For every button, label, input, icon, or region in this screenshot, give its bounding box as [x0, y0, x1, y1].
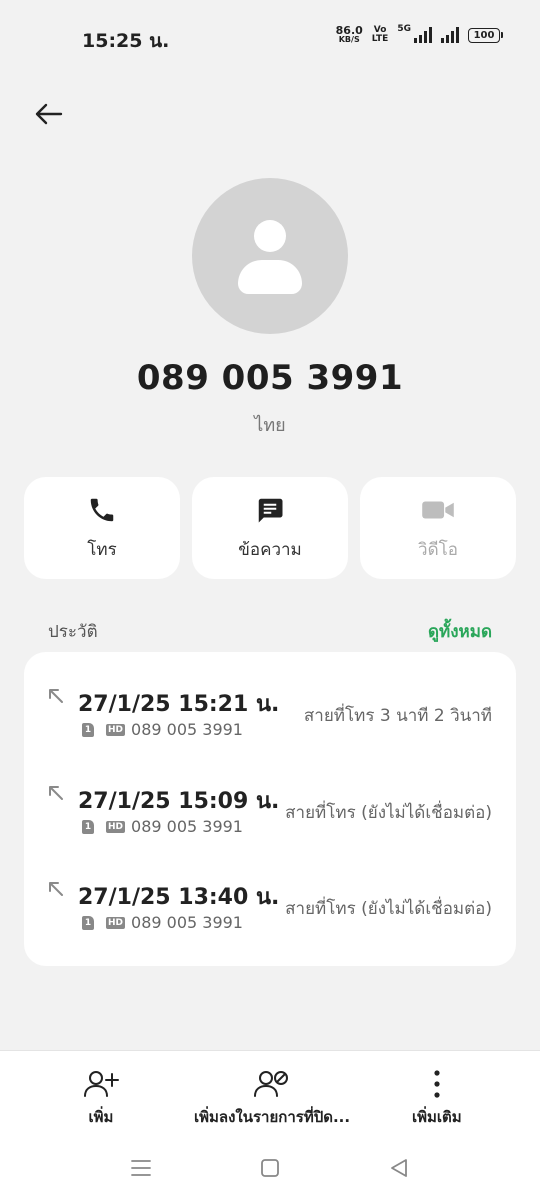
call-details: 1 HD 089 005 3991 [82, 720, 243, 739]
volte-bottom: LTE [371, 34, 389, 44]
message-button[interactable]: ข้อความ [192, 477, 348, 579]
call-history-row[interactable]: 27/1/25 15:09 น. 1 HD 089 005 3991 สายที… [24, 749, 516, 845]
view-all-link[interactable]: ดูทั้งหมด [428, 618, 492, 645]
system-nav-bar [0, 1145, 540, 1189]
more-vertical-icon [434, 1070, 440, 1098]
battery-level: 100 [473, 29, 495, 41]
call-datetime: 27/1/25 15:21 น. [78, 692, 280, 717]
sim-icon: 1 [82, 819, 94, 834]
contact-region: ไทย [254, 415, 286, 436]
call-datetime: 27/1/25 13:40 น. [78, 885, 280, 910]
call-status: สายที่โทร (ยังไม่ได้เชื่อมต่อ) [285, 803, 492, 823]
call-button[interactable]: โทร [24, 477, 180, 579]
message-icon [258, 498, 283, 522]
history-title: ประวัติ [48, 622, 98, 642]
arrow-left-icon [35, 103, 63, 125]
call-number: 089 005 3991 [131, 817, 243, 836]
status-icons: 86.0 KB/S Vo LTE 5G 100 [335, 24, 503, 44]
contact-number: 089 005 3991 [136, 358, 404, 398]
back-button[interactable] [30, 96, 66, 132]
signal-bars-icon [441, 27, 459, 43]
block-number-button[interactable]: เพิ่มลงในรายการที่ปิด... [194, 1067, 350, 1129]
volte-icon: Vo LTE [372, 26, 389, 44]
network-speed: 86.0 KB/S [335, 24, 363, 44]
add-contact-button[interactable]: เพิ่ม [82, 1067, 120, 1129]
call-history-row[interactable]: 27/1/25 15:21 น. 1 HD 089 005 3991 สายที… [24, 652, 516, 748]
phone-icon [90, 498, 114, 521]
hd-badge: HD [106, 820, 126, 833]
call-number: 089 005 3991 [131, 913, 243, 932]
status-time: 15:25 น. [82, 30, 170, 52]
call-number: 089 005 3991 [131, 720, 243, 739]
call-history-row[interactable]: 27/1/25 13:40 น. 1 HD 089 005 3991 สายที… [24, 845, 516, 941]
block-number-label: เพิ่มลงในรายการที่ปิด... [194, 1108, 351, 1126]
call-history-card: 27/1/25 15:21 น. 1 HD 089 005 3991 สายที… [24, 652, 516, 966]
call-details: 1 HD 089 005 3991 [82, 817, 243, 836]
network-type: 5G [397, 24, 411, 34]
video-camera-icon [422, 501, 454, 518]
call-datetime: 27/1/25 15:09 น. [78, 789, 280, 814]
action-row: โทร ข้อความ วิดีโอ [24, 477, 516, 579]
history-header: ประวัติ ดูทั้งหมด [48, 618, 492, 645]
call-details: 1 HD 089 005 3991 [82, 913, 243, 932]
sim-icon: 1 [82, 915, 94, 930]
block-person-icon [254, 1071, 289, 1097]
more-options-button[interactable]: เพิ่มเติม [412, 1067, 462, 1129]
hd-badge: HD [106, 723, 126, 736]
outgoing-call-icon [49, 689, 63, 703]
call-status: สายที่โทร (ยังไม่ได้เชื่อมต่อ) [285, 899, 492, 919]
message-label: ข้อความ [238, 539, 302, 560]
status-bar: 15:25 น. 86.0 KB/S Vo LTE 5G 100 [0, 0, 540, 70]
contact-avatar[interactable] [192, 178, 348, 334]
signal-bars-icon [414, 27, 432, 43]
back-icon [391, 1159, 407, 1177]
more-options-label: เพิ่มเติม [412, 1108, 462, 1126]
home-icon [261, 1159, 279, 1177]
call-status: สายที่โทร 3 นาที 2 วินาที [303, 706, 492, 726]
home-button[interactable] [255, 1153, 285, 1183]
battery-icon: 100 [468, 27, 503, 43]
hd-badge: HD [106, 916, 126, 929]
outgoing-call-icon [49, 882, 63, 896]
outgoing-call-icon [49, 786, 63, 800]
recent-apps-button[interactable] [126, 1153, 156, 1183]
sim-icon: 1 [82, 722, 94, 737]
menu-icon [131, 1160, 151, 1176]
call-label: โทร [87, 539, 117, 560]
video-call-button[interactable]: วิดีโอ [360, 477, 516, 579]
add-contact-label: เพิ่ม [88, 1108, 114, 1126]
add-person-icon [84, 1071, 119, 1097]
video-label: วิดีโอ [418, 539, 458, 560]
network-speed-unit: KB/S [338, 35, 360, 44]
system-back-button[interactable] [384, 1153, 414, 1183]
network-speed-value: 86.0 [335, 24, 363, 37]
